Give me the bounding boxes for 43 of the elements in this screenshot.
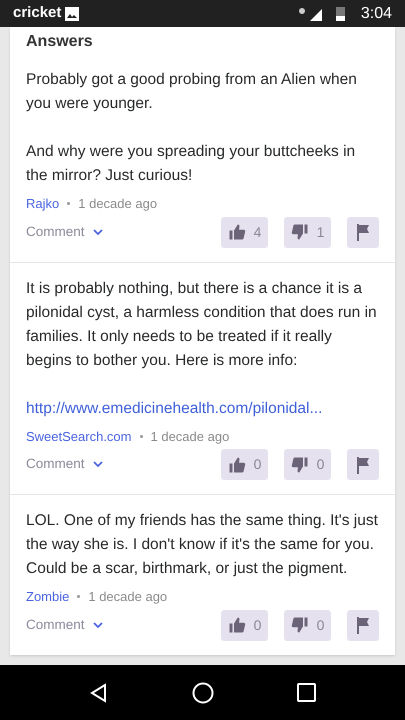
thumbs-down-icon [290,456,309,474]
thumbs-up-icon [228,223,246,241]
comment-button[interactable]: Comment [26,614,103,636]
answer-text: Probably got a good probing from an Alien when you were younger. [26,70,358,114]
report-button[interactable] [347,216,379,248]
downvote-button[interactable]: 1 [284,216,331,248]
image-icon [65,6,80,20]
flag-icon [355,223,371,241]
author-link[interactable]: Zombie [26,587,70,606]
chevron-down-icon [92,228,103,236]
answer-time: 1 decade ago [88,588,168,606]
upvote-button[interactable]: 0 [221,610,268,640]
home-icon[interactable] [192,682,214,704]
downvote-button[interactable]: 0 [284,449,331,480]
comment-button[interactable]: Comment [26,454,103,475]
upvote-button[interactable]: 0 [221,449,268,480]
report-button[interactable] [347,610,379,640]
battery-icon [336,6,345,21]
author-link[interactable]: Rajko [26,194,60,214]
answer-text: LOL. One of my friends has the same thing. It's just the way she is. I don't know if it's the same for you. Could be a scar, birthmark, or just the pigment. [26,511,379,579]
section-title: Answers [25,32,94,52]
downvote-button[interactable]: 0 [284,610,331,640]
thumbs-down-icon [290,616,309,634]
chevron-down-icon [92,461,103,468]
answer-time: 1 decade ago [150,428,230,446]
answer-time: 1 decade ago [78,195,158,213]
author-link[interactable]: SweetSearch.com [26,426,132,446]
thumbs-down-icon [290,223,309,241]
answer-text: And why were you spreading your buttcheeks in the mirror? Just curious! [26,142,356,186]
flag-icon [355,616,371,634]
upvote-button[interactable]: 4 [221,216,268,248]
recents-icon[interactable] [296,683,316,702]
answer-link[interactable]: http://www.emedicinehealth.com/pilonidal... [26,396,379,420]
thumbs-up-icon [228,456,246,474]
signal-icon [298,6,324,20]
comment-button[interactable]: Comment [26,222,103,242]
answer-text: It is probably nothing, but there is a chance it is a pilonidal cyst, a harmless condition that does run in families. It only needs to be treated if it really begins to bother you. Here is more info: [26,278,378,370]
clock: 3:04 [360,4,392,24]
carrier-name: cricket [13,3,62,24]
flag-icon [355,456,371,474]
thumbs-up-icon [228,616,246,634]
chevron-down-icon [92,622,103,628]
report-button[interactable] [347,449,379,480]
